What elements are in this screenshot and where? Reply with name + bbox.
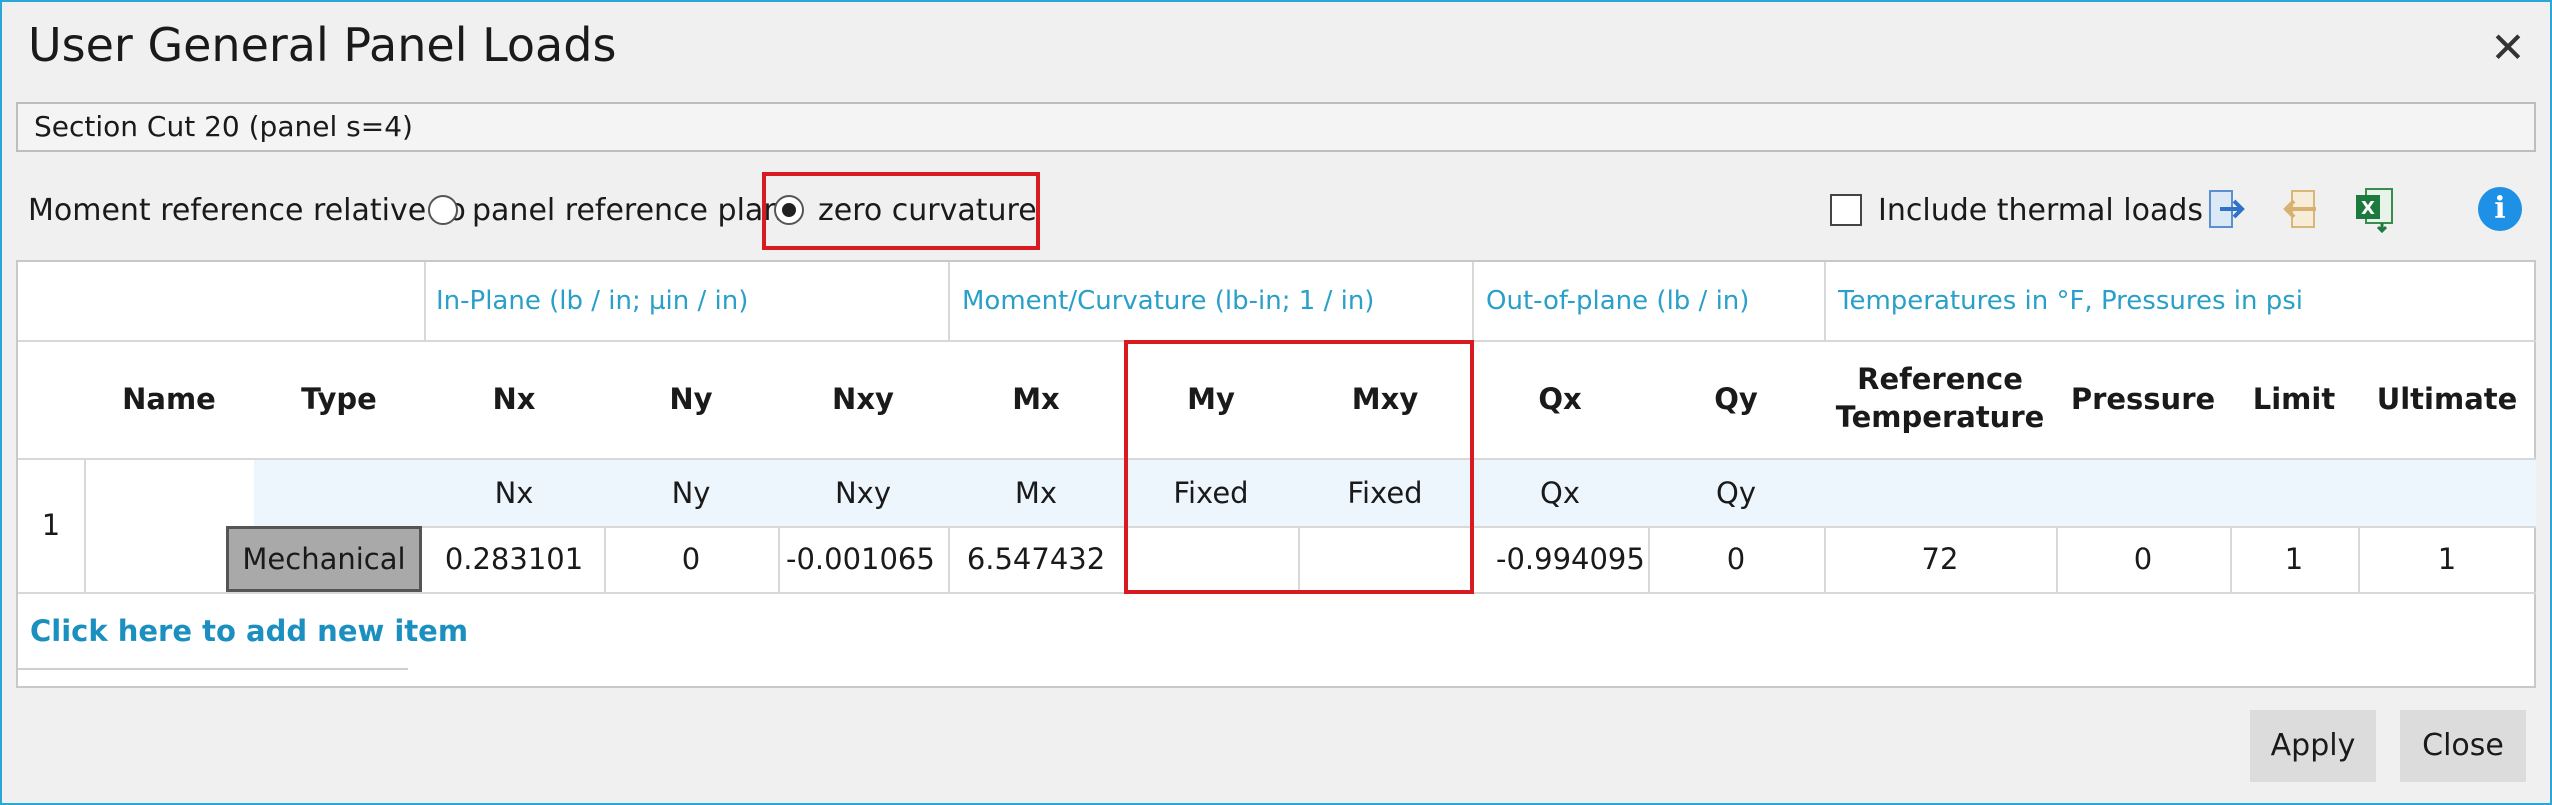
grid-line [1472, 262, 1474, 340]
excel-icon-letter: X [2361, 198, 2375, 219]
load-type-ny[interactable]: Ny [604, 476, 778, 510]
info-icon[interactable]: i [2478, 187, 2522, 231]
value-pressure[interactable]: 0 [2056, 542, 2230, 576]
radio-zero-curvature[interactable] [774, 195, 804, 225]
load-type-nxy[interactable]: Nxy [778, 476, 948, 510]
row-index: 1 [41, 508, 61, 542]
apply-button[interactable]: Apply [2250, 710, 2376, 782]
load-type-mx[interactable]: Mx [948, 476, 1124, 510]
load-type-qx[interactable]: Qx [1472, 476, 1648, 510]
col-header-reference-temperature-line1: Reference [1857, 362, 2023, 396]
load-type-qy[interactable]: Qy [1648, 476, 1824, 510]
close-icon[interactable]: ✕ [2480, 20, 2536, 76]
excel-icon[interactable]: X [2352, 185, 2400, 234]
highlight-my-mxy [1124, 340, 1474, 594]
value-ultimate[interactable]: 1 [2358, 542, 2536, 576]
col-header-limit: Limit [2252, 382, 2336, 416]
col-header-ultimate: Ultimate [2376, 382, 2518, 416]
import-icon[interactable] [2200, 185, 2248, 233]
loads-grid: In-Plane (lb / in; µin / in) Moment/Curv… [16, 260, 2536, 688]
load-type-nx[interactable]: Nx [424, 476, 604, 510]
group-temperatures: Temperatures in °F, Pressures in psi [1838, 286, 2304, 316]
include-thermal-checkbox[interactable] [1830, 194, 1862, 226]
grid-line [424, 262, 426, 340]
value-mx[interactable]: 6.547432 [948, 542, 1124, 576]
add-item-underline [18, 668, 408, 670]
group-out-of-plane: Out-of-plane (lb / in) [1486, 286, 1750, 316]
col-header-type: Type [301, 382, 377, 416]
value-ny[interactable]: 0 [604, 542, 778, 576]
col-header-nx: Nx [492, 382, 536, 416]
value-reference-temperature[interactable]: 72 [1824, 542, 2056, 576]
radio-label-panel-reference-plane[interactable]: panel reference plane [472, 193, 801, 228]
col-header-reference-temperature-line2: Temperature [1835, 400, 2045, 434]
value-qy[interactable]: 0 [1648, 542, 1824, 576]
value-nx[interactable]: 0.283101 [424, 542, 604, 576]
grid-line [84, 458, 86, 592]
close-button[interactable]: Close [2400, 710, 2526, 782]
group-moment-curvature: Moment/Curvature (lb-in; 1 / in) [962, 286, 1375, 316]
col-header-name: Name [122, 382, 216, 416]
col-header-pressure: Pressure [2070, 382, 2216, 416]
value-limit[interactable]: 1 [2230, 542, 2358, 576]
col-header-qy: Qy [1714, 382, 1758, 416]
include-thermal-label[interactable]: Include thermal loads [1878, 193, 2203, 228]
grid-line [1824, 262, 1826, 340]
moment-reference-label: Moment reference relative to [28, 193, 466, 228]
type-value: Mechanical [242, 542, 406, 576]
col-header-mx: Mx [1012, 382, 1060, 416]
section-cut-label: Section Cut 20 (panel s=4) [16, 102, 2536, 152]
value-nxy[interactable]: -0.001065 [786, 542, 944, 576]
radio-panel-reference-plane[interactable] [428, 195, 458, 225]
add-new-item-link[interactable]: Click here to add new item [30, 614, 468, 648]
group-in-plane: In-Plane (lb / in; µin / in) [436, 286, 749, 316]
col-header-nxy: Nxy [832, 382, 894, 416]
value-qx[interactable]: -0.994095 [1496, 542, 1644, 576]
grid-line [948, 262, 950, 340]
col-header-ny: Ny [669, 382, 713, 416]
col-header-qx: Qx [1538, 382, 1582, 416]
window-title: User General Panel Loads [28, 18, 617, 72]
export-icon[interactable] [2276, 185, 2324, 233]
radio-label-zero-curvature[interactable]: zero curvature [818, 193, 1037, 228]
